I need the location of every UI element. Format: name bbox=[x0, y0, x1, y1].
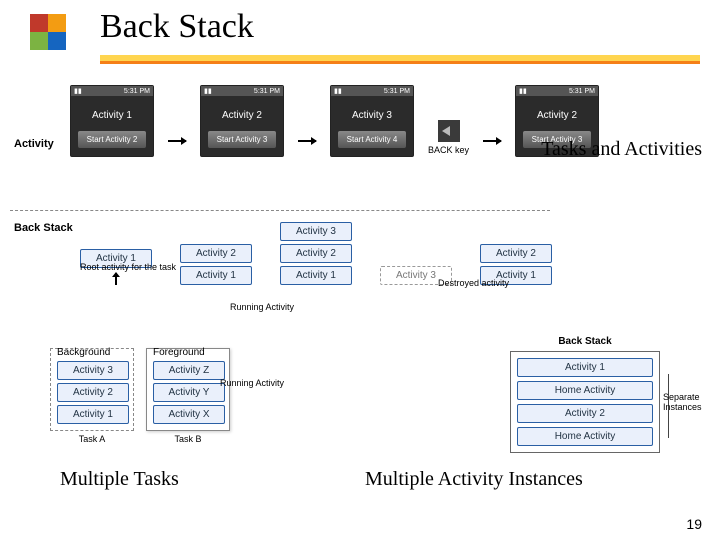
start-button[interactable]: Start Activity 4 bbox=[338, 131, 406, 148]
start-button[interactable]: Start Activity 3 bbox=[208, 131, 276, 148]
back-icon bbox=[438, 120, 460, 142]
stack-row: Activity 1 Activity 2 Activity 1 Activit… bbox=[80, 222, 552, 285]
title-rule bbox=[100, 55, 700, 61]
arrow-icon bbox=[483, 140, 501, 142]
slide-title: Back Stack bbox=[100, 8, 254, 46]
annotation-tasks-activities: Tasks and Activities bbox=[541, 138, 702, 161]
back-key-block: BACK key bbox=[428, 120, 469, 155]
row-label-activity: Activity bbox=[14, 138, 54, 150]
up-arrow-icon bbox=[115, 273, 117, 285]
row-label-back-stack: Back Stack bbox=[14, 222, 73, 234]
arrow-icon bbox=[298, 140, 316, 142]
caption-multiple-tasks: Multiple Tasks bbox=[60, 468, 179, 491]
phone-1: ▮▮5:31 PM Activity 1 Start Activity 2 bbox=[70, 85, 154, 157]
stack-3: Activity 3 Activity 2 Activity 1 bbox=[280, 222, 352, 285]
running-activity-2: Running Activity bbox=[220, 378, 284, 388]
destroyed-label: Destroyed activity bbox=[438, 278, 509, 288]
divider bbox=[10, 210, 550, 211]
caption-multiple-instances: Multiple Activity Instances bbox=[365, 468, 583, 491]
slide-logo bbox=[30, 14, 70, 54]
phone-3: ▮▮5:31 PM Activity 3 Start Activity 4 bbox=[330, 85, 414, 157]
multiple-tasks-diagram: Background Activity 3 Activity 2 Activit… bbox=[50, 348, 230, 444]
start-button[interactable]: Start Activity 2 bbox=[78, 131, 146, 148]
phone-2: ▮▮5:31 PM Activity 2 Start Activity 3 bbox=[200, 85, 284, 157]
running-label: Running Activity bbox=[230, 302, 294, 312]
page-number: 19 bbox=[686, 516, 702, 532]
phone-row: ▮▮5:31 PM Activity 1 Start Activity 2 ▮▮… bbox=[70, 85, 599, 157]
root-label: Root activity for the task bbox=[80, 262, 176, 272]
stack-2: Activity 2 Activity 1 bbox=[180, 244, 252, 285]
arrow-icon bbox=[168, 140, 186, 142]
back-stack-instances: Back Stack Activity 1 Home Activity Acti… bbox=[510, 336, 660, 453]
